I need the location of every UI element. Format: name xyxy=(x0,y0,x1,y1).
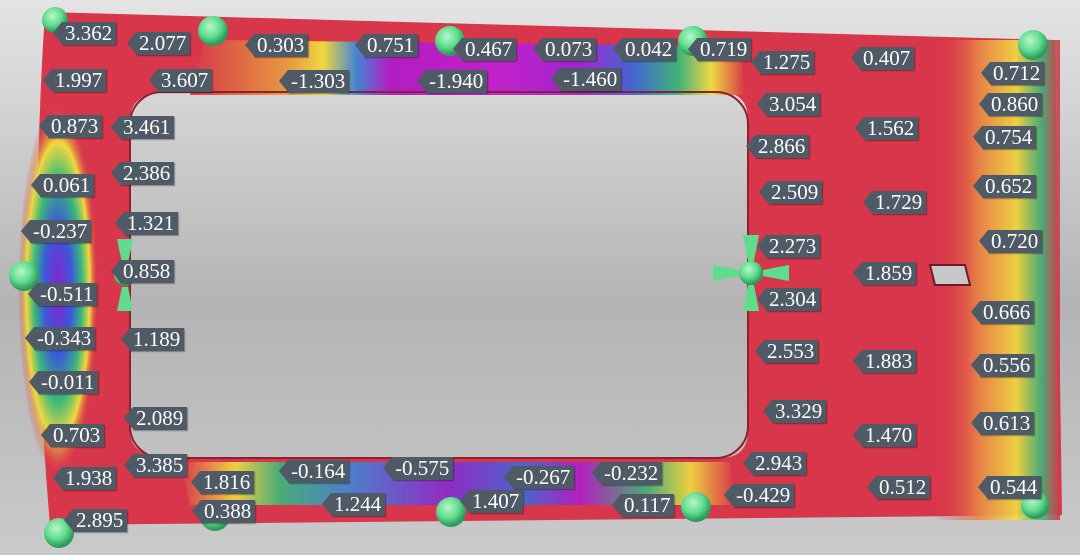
deviation-label: 0.117 xyxy=(611,494,675,517)
deviation-label: 0.061 xyxy=(30,174,95,197)
deviation-label: 1.997 xyxy=(42,69,107,92)
deviation-label: -1.460 xyxy=(550,68,622,91)
deviation-label: 3.362 xyxy=(52,22,117,45)
deviation-label: 0.303 xyxy=(244,34,309,57)
deviation-label: -0.575 xyxy=(382,457,454,480)
deviation-label: -0.511 xyxy=(27,283,98,306)
deviation-label: 3.607 xyxy=(148,69,213,92)
deviation-label: 0.719 xyxy=(687,38,752,61)
deviation-label: 3.054 xyxy=(756,93,821,116)
deviation-label: 0.467 xyxy=(452,38,517,61)
deviation-label: 2.304 xyxy=(756,288,821,311)
deviation-label: 0.720 xyxy=(978,230,1043,253)
deviation-label: 1.321 xyxy=(114,212,179,235)
deviation-label: 1.407 xyxy=(459,490,524,513)
deviation-label: 0.754 xyxy=(972,126,1037,149)
deviation-label: 1.816 xyxy=(190,471,255,494)
support-pin xyxy=(1018,30,1048,60)
deviation-label: -0.232 xyxy=(591,462,663,485)
deviation-label: 0.613 xyxy=(970,412,1035,435)
deviation-label: 0.666 xyxy=(970,301,1035,324)
deviation-label: 2.553 xyxy=(754,340,819,363)
deviation-label: 2.943 xyxy=(742,452,807,475)
deviation-label: 2.895 xyxy=(63,509,128,532)
deviation-label: 0.703 xyxy=(40,424,105,447)
deviation-label: -0.267 xyxy=(503,466,575,489)
deviation-label: -0.237 xyxy=(20,220,92,243)
deviation-label: 1.883 xyxy=(852,350,917,373)
deviation-label: 0.388 xyxy=(191,500,256,523)
deviation-label: 0.042 xyxy=(612,38,677,61)
deviation-label: 0.712 xyxy=(980,62,1045,85)
deviation-label: 1.729 xyxy=(862,191,927,214)
deviation-label: 0.858 xyxy=(110,260,175,283)
deviation-label: 1.275 xyxy=(750,51,815,74)
deviation-label: -0.429 xyxy=(723,484,795,507)
deviation-label: 1.189 xyxy=(120,328,185,351)
deviation-label: 0.512 xyxy=(866,476,931,499)
deviation-label: -1.303 xyxy=(278,70,350,93)
support-pin xyxy=(681,492,711,522)
cutout xyxy=(928,264,972,286)
deviation-label: -0.343 xyxy=(24,327,96,350)
deviation-label: 1.470 xyxy=(852,424,917,447)
support-pin xyxy=(198,16,228,46)
deviation-label: 1.938 xyxy=(52,467,117,490)
deviation-label: 1.244 xyxy=(321,493,386,516)
deviation-label: 3.385 xyxy=(123,454,188,477)
deviation-label: 0.556 xyxy=(970,354,1035,377)
deviation-label: 3.329 xyxy=(762,400,827,423)
deviation-label: 2.866 xyxy=(745,135,810,158)
deviation-label: 2.386 xyxy=(110,162,175,185)
deviation-label: 2.509 xyxy=(758,181,823,204)
deviation-label: 0.544 xyxy=(977,476,1042,499)
deviation-label: 2.077 xyxy=(126,32,191,55)
deviation-label: 0.407 xyxy=(850,47,915,70)
deviation-label: 0.873 xyxy=(38,115,103,138)
deviation-label: -0.011 xyxy=(28,371,99,394)
deviation-label: 2.089 xyxy=(123,407,188,430)
deviation-label: 0.073 xyxy=(532,38,597,61)
deviation-label: 0.751 xyxy=(354,34,419,57)
deviation-label: -1.940 xyxy=(416,70,488,93)
deviation-label: 1.562 xyxy=(854,117,919,140)
deviation-label: 2.273 xyxy=(756,235,821,258)
deviation-label: -0.164 xyxy=(278,460,350,483)
inner-opening xyxy=(129,91,749,459)
deviation-label: 0.860 xyxy=(978,93,1043,116)
deviation-label: 3.461 xyxy=(110,116,175,139)
deviation-label: 0.652 xyxy=(972,175,1037,198)
deviation-label: 1.859 xyxy=(852,262,917,285)
